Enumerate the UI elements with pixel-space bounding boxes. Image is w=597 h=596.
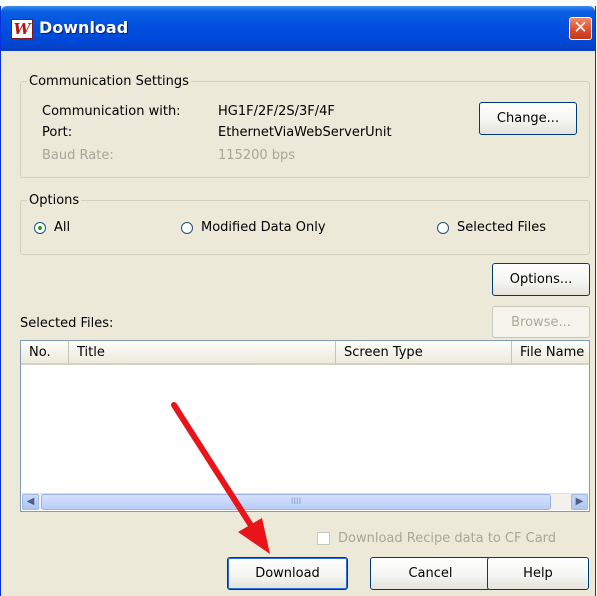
recipe-checkbox-label: Download Recipe data to CF Card <box>338 531 557 546</box>
close-icon[interactable]: ✕ <box>569 17 592 40</box>
baud-rate-label: Baud Rate: <box>42 148 114 163</box>
title-bar[interactable]: W Download ✕ <box>1 6 595 51</box>
port-label: Port: <box>42 125 73 140</box>
column-header-screen-type[interactable]: Screen Type <box>336 341 512 365</box>
window-title: Download <box>39 18 129 37</box>
horizontal-scrollbar[interactable]: ◀ IIII ▶ <box>22 493 588 510</box>
options-legend: Options <box>29 193 80 208</box>
selected-files-list[interactable]: No. Title Screen Type File Name ◀ IIII ▶ <box>20 340 590 512</box>
communication-settings-legend: Communication Settings <box>29 74 189 89</box>
radio-all-label: All <box>54 220 71 235</box>
radio-modified-label: Modified Data Only <box>201 220 326 235</box>
baud-rate-value: 115200 bps <box>218 148 296 163</box>
help-button[interactable]: Help <box>487 557 589 590</box>
options-button[interactable]: Options... <box>492 263 590 296</box>
radio-all[interactable]: All <box>34 220 70 235</box>
column-header-no[interactable]: No. <box>21 341 69 365</box>
radio-selected-label: Selected Files <box>457 220 547 235</box>
browse-button[interactable]: Browse... <box>492 306 590 338</box>
scroll-right-arrow-icon[interactable]: ▶ <box>571 494 588 510</box>
download-button[interactable]: Download <box>227 557 348 590</box>
cancel-button[interactable]: Cancel <box>370 557 491 590</box>
scroll-thumb[interactable]: IIII <box>41 494 551 510</box>
communication-with-value: HG1F/2F/2S/3F/4F <box>218 104 335 119</box>
port-value: EthernetViaWebServerUnit <box>218 125 392 140</box>
scroll-left-arrow-icon[interactable]: ◀ <box>22 494 39 510</box>
download-dialog: W Download ✕ Communication Settings Comm… <box>0 6 596 596</box>
column-header-title[interactable]: Title <box>69 341 336 365</box>
radio-modified-data-only[interactable]: Modified Data Only <box>181 220 326 235</box>
communication-with-label: Communication with: <box>42 104 181 119</box>
recipe-checkbox-box[interactable] <box>317 532 330 545</box>
change-button[interactable]: Change... <box>479 102 577 135</box>
radio-modified-indicator[interactable] <box>181 221 193 234</box>
radio-selected-indicator[interactable] <box>437 221 449 234</box>
column-header-file-name[interactable]: File Name <box>512 341 589 365</box>
recipe-checkbox[interactable]: Download Recipe data to CF Card <box>317 531 556 546</box>
selected-files-label: Selected Files: <box>20 316 114 331</box>
radio-all-indicator[interactable] <box>34 221 46 234</box>
list-header: No. Title Screen Type File Name <box>21 341 589 365</box>
app-w-icon: W <box>11 19 33 39</box>
radio-selected-files[interactable]: Selected Files <box>437 220 546 235</box>
